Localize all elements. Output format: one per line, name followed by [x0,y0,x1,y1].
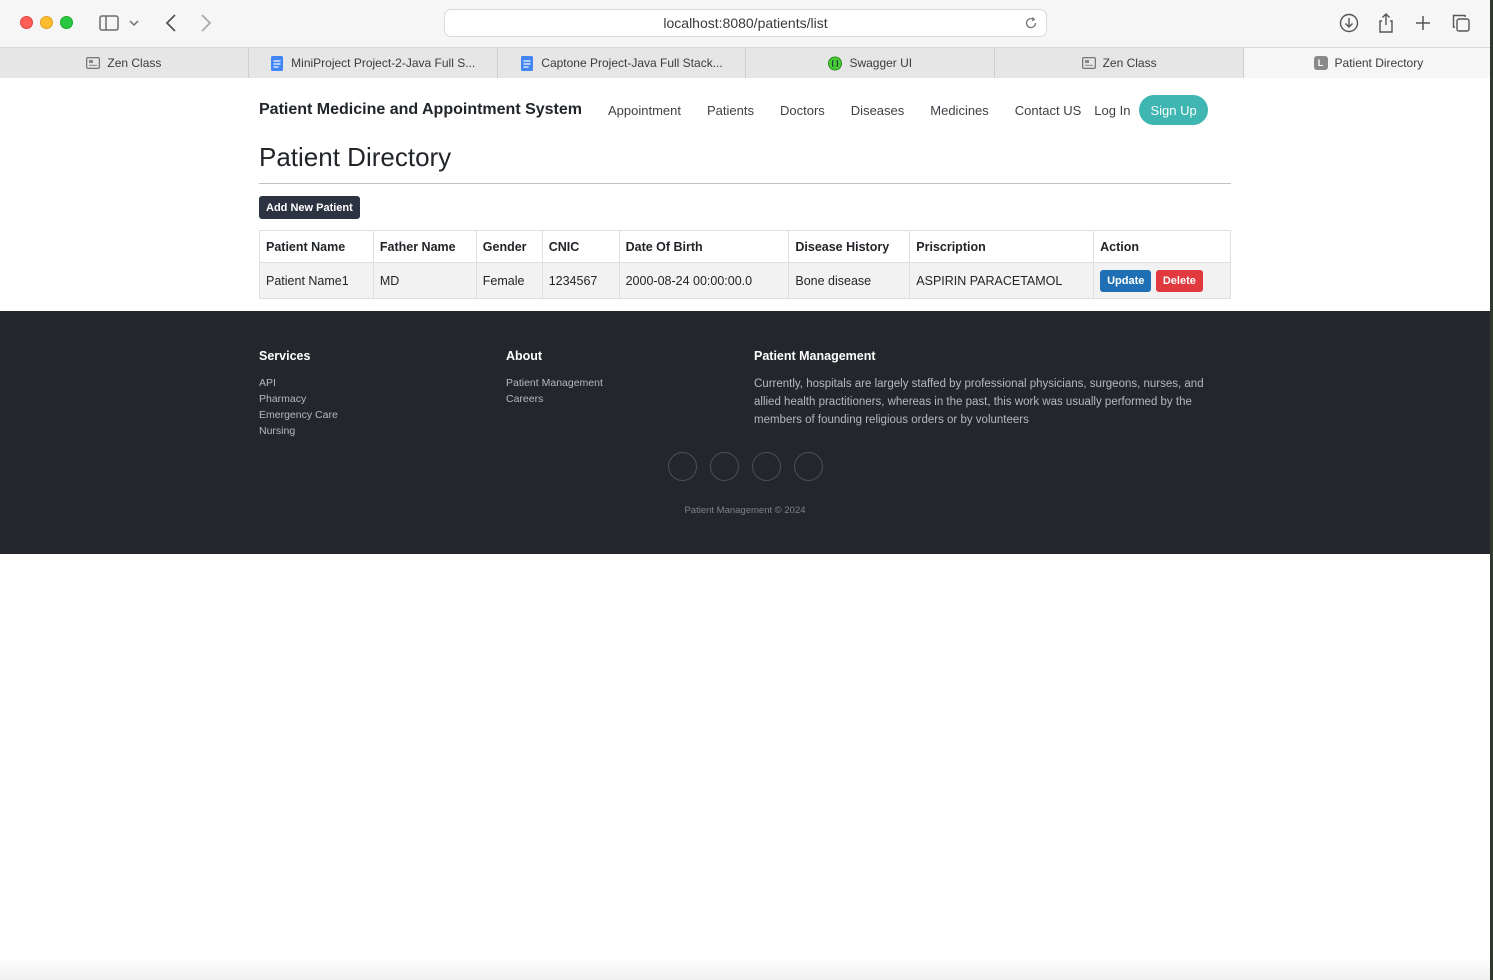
url-text: localhost:8080/patients/list [663,15,828,31]
cell-date-of-birth: 2000-08-24 00:00:00.0 [618,262,790,299]
social-icon[interactable] [668,452,697,481]
share-icon[interactable] [1375,12,1397,34]
browser-chrome: localhost:8080/patients/list Zen Class M… [0,0,1493,78]
table-header-row: Patient Name Father Name Gender CNIC Dat… [259,230,1231,263]
google-doc-icon [520,55,534,71]
back-arrow-icon[interactable] [160,12,182,34]
browser-toolbar: localhost:8080/patients/list [0,0,1493,48]
tab-overview-icon[interactable] [1450,12,1472,34]
footer-link-pharmacy[interactable]: Pharmacy [259,391,338,407]
letter-l-icon: L [1313,56,1328,70]
window-bottom-edge [0,958,1490,980]
tab-label: MiniProject Project-2-Java Full S... [291,56,476,70]
footer-heading: About [506,349,543,363]
cell-patient-name: Patient Name1 [259,262,374,299]
footer-link-emergency-care[interactable]: Emergency Care [259,407,338,423]
nav-link-diseases[interactable]: Diseases [838,103,917,118]
minimize-window-button[interactable] [40,16,53,29]
footer-link-nursing[interactable]: Nursing [259,423,338,439]
footer-link-careers[interactable]: Careers [506,391,603,407]
nav-link-contact-us[interactable]: Contact US [1002,103,1094,118]
footer-about: About Patient Management Careers [506,349,603,407]
new-tab-plus-icon[interactable] [1412,12,1434,34]
page-icon [86,56,101,70]
browser-tab[interactable]: Zen Class [0,48,249,78]
footer-description: Currently, hospitals are largely staffed… [754,378,1204,426]
browser-tab[interactable]: Zen Class [995,48,1244,78]
nav-link-doctors[interactable]: Doctors [767,103,838,118]
brand-title[interactable]: Patient Medicine and Appointment System [259,101,582,119]
social-links [668,452,823,481]
close-window-button[interactable] [20,16,33,29]
nav-link-appointment[interactable]: Appointment [595,103,694,118]
maximize-window-button[interactable] [60,16,73,29]
column-header: Patient Name [259,230,374,263]
cell-cnic: 1234567 [541,262,620,299]
swagger-icon [828,56,843,70]
footer-patient-management: Patient Management Currently, hospitals … [754,349,1224,429]
chevron-down-icon[interactable] [127,12,141,34]
patient-table: Patient Name Father Name Gender CNIC Dat… [259,230,1231,299]
page-title: Patient Directory [259,142,452,172]
signup-button[interactable]: Sign Up [1139,95,1208,125]
browser-tab-active[interactable]: L Patient Directory [1243,48,1493,78]
cell-action: Update Delete [1093,262,1231,299]
column-header: Date Of Birth [618,230,790,263]
social-icon[interactable] [710,452,739,481]
cell-disease-history: Bone disease [788,262,911,299]
browser-tab[interactable]: Swagger UI [746,48,996,78]
cell-prescription: ASPIRIN PARACETAMOL [909,262,1095,299]
social-icon[interactable] [752,452,781,481]
column-header: Priscription [909,230,1095,263]
update-button[interactable]: Update [1100,269,1152,292]
footer-services: Services API Pharmacy Emergency Care Nur… [259,349,338,439]
google-doc-icon [270,55,284,71]
tab-label: Patient Directory [1334,56,1424,70]
forward-arrow-icon[interactable] [195,12,217,34]
tab-label: Zen Class [107,56,162,70]
tab-strip: Zen Class MiniProject Project-2-Java Ful… [0,48,1493,78]
nav-link-medicines[interactable]: Medicines [917,103,1002,118]
tab-label: Zen Class [1102,56,1157,70]
navbar: Patient Medicine and Appointment System … [259,94,1231,126]
delete-button[interactable]: Delete [1155,269,1203,292]
sidebar-toggle-icon[interactable] [98,12,120,34]
column-header: Action [1093,230,1231,263]
footer-heading: Services [259,349,311,363]
column-header: CNIC [541,230,620,263]
download-icon[interactable] [1338,12,1360,34]
column-header: Disease History [788,230,911,263]
copyright-text: Patient Management © 2024 [684,505,806,516]
site-footer: Services API Pharmacy Emergency Care Nur… [0,311,1490,554]
footer-link-api[interactable]: API [259,375,338,391]
add-new-patient-button[interactable]: Add New Patient [259,196,360,219]
nav-link-patients[interactable]: Patients [694,103,767,118]
cell-father-name: MD [372,262,477,299]
social-icon[interactable] [794,452,823,481]
table-row: Patient Name1 MD Female 1234567 2000-08-… [259,262,1231,299]
title-divider [259,183,1231,184]
reload-icon[interactable] [1022,14,1040,32]
browser-tab[interactable]: MiniProject Project-2-Java Full S... [248,48,498,78]
address-bar[interactable]: localhost:8080/patients/list [444,9,1047,37]
tab-label: Captone Project-Java Full Stack... [541,56,723,70]
login-link[interactable]: Log In [1094,103,1139,118]
footer-link-patient-management[interactable]: Patient Management [506,375,603,391]
page-icon [1081,56,1096,70]
column-header: Father Name [372,230,477,263]
browser-tab[interactable]: Captone Project-Java Full Stack... [497,48,747,78]
cell-gender: Female [475,262,543,299]
column-header: Gender [475,230,543,263]
footer-heading: Patient Management [754,349,876,363]
page-content: Patient Medicine and Appointment System … [0,78,1490,980]
tab-label: Swagger UI [849,56,913,70]
